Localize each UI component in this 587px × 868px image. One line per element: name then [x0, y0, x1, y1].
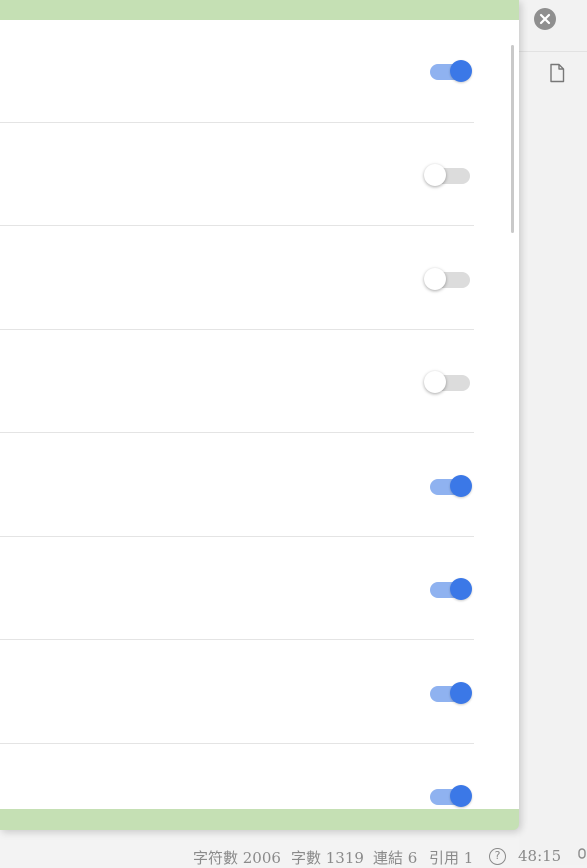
toggle-knob: [450, 785, 472, 807]
toggle-knob: [450, 475, 472, 497]
toggle-knob: [450, 682, 472, 704]
file-button[interactable]: [549, 63, 565, 83]
setting-row: [0, 330, 474, 433]
right-side-panel: [519, 0, 587, 865]
toggle-knob: [424, 164, 446, 186]
row-divider: [0, 225, 474, 226]
close-icon: [539, 13, 551, 25]
setting-row: [0, 20, 474, 123]
help-icon[interactable]: ?: [489, 848, 506, 865]
settings-dialog: [0, 0, 519, 830]
setting-toggle[interactable]: [430, 784, 474, 808]
setting-row: [0, 537, 474, 640]
setting-toggle[interactable]: [430, 577, 474, 601]
setting-toggle[interactable]: [430, 681, 474, 705]
setting-toggle[interactable]: [424, 370, 474, 394]
setting-row: [0, 744, 474, 809]
toggle-knob: [424, 268, 446, 290]
status-bar: 字符數 2006 字數 1319 連結 6 引用 1 ? 48:15: [0, 845, 587, 867]
side-panel-divider: [519, 51, 587, 52]
setting-toggle[interactable]: [424, 163, 474, 187]
row-divider: [0, 432, 474, 433]
toggle-knob: [450, 578, 472, 600]
setting-row: [0, 641, 474, 744]
setting-row: [0, 123, 474, 226]
settings-list: [0, 20, 519, 809]
setting-row: [0, 434, 474, 537]
elapsed-time: 48:15: [518, 847, 562, 865]
row-divider: [0, 639, 474, 640]
file-icon: [550, 63, 565, 83]
close-button[interactable]: [534, 8, 556, 30]
microphone-icon[interactable]: [577, 848, 587, 864]
toggle-knob: [424, 371, 446, 393]
setting-toggle[interactable]: [430, 59, 474, 83]
setting-toggle[interactable]: [430, 474, 474, 498]
toggle-knob: [450, 60, 472, 82]
scrollbar[interactable]: [511, 45, 514, 233]
setting-toggle[interactable]: [424, 267, 474, 291]
setting-row: [0, 227, 474, 330]
